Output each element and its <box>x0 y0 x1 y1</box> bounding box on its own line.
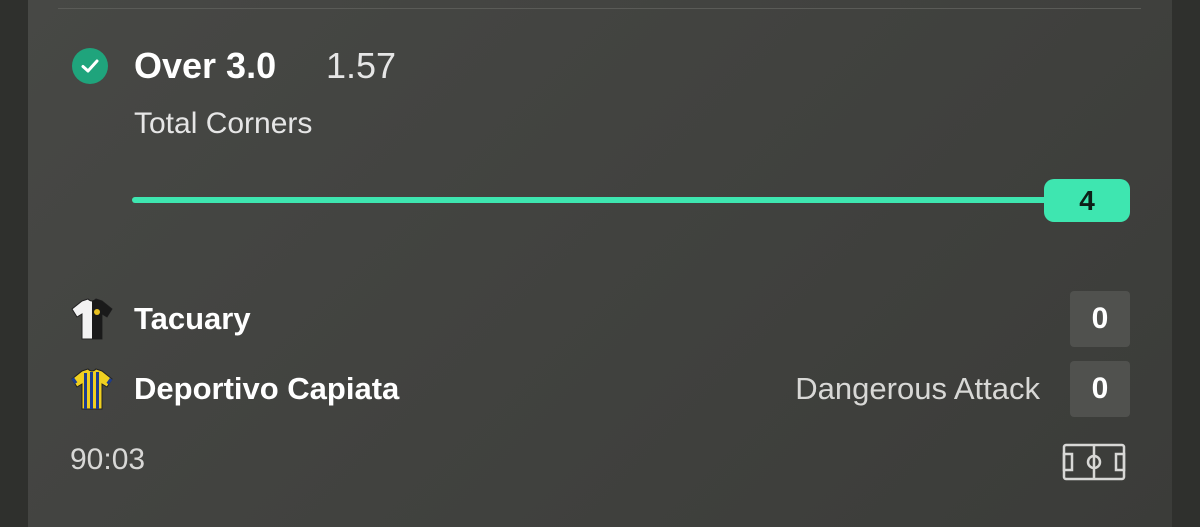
home-score: 0 <box>1070 291 1130 347</box>
odds-value: 1.57 <box>326 45 397 86</box>
divider <box>58 8 1141 9</box>
market-name: Total Corners <box>134 107 313 140</box>
away-team-name: Deportivo Capiata <box>134 371 400 406</box>
jersey-icon <box>68 295 116 343</box>
progress-badge: 4 <box>1044 179 1130 222</box>
team-row-away: Deportivo Capiata Dangerous Attack 0 <box>68 361 1130 417</box>
progress-track <box>132 197 1092 203</box>
match-time: 90:03 <box>70 443 146 476</box>
away-score: 0 <box>1070 361 1130 417</box>
home-team-name: Tacuary <box>134 301 251 336</box>
pitch-icon[interactable] <box>1062 443 1126 481</box>
progress-fill <box>132 197 1092 203</box>
bet-card: Over 3.0 1.57 Total Corners 4 Tacuary 0 <box>28 0 1172 527</box>
team-row-home: Tacuary 0 <box>68 291 1130 347</box>
check-circle-icon <box>72 48 108 84</box>
live-event-text: Dangerous Attack <box>795 371 1040 406</box>
selection-name: Over 3.0 <box>134 45 277 86</box>
jersey-icon <box>68 365 116 413</box>
